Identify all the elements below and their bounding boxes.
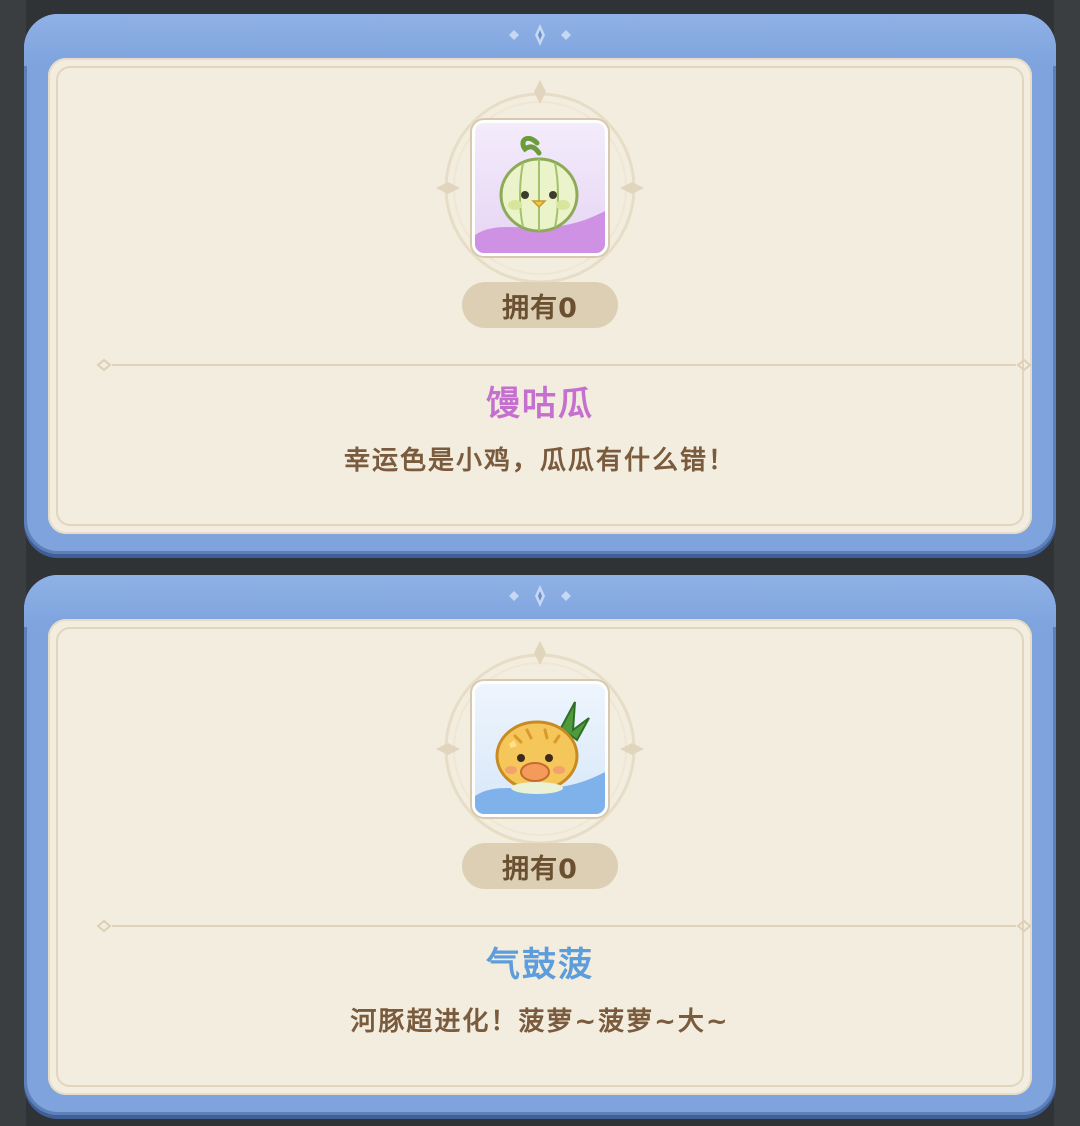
owned-count-badge: 拥有0 — [462, 282, 618, 328]
background-right — [1054, 0, 1080, 1126]
item-name: 馒咕瓜 — [486, 384, 594, 424]
item-description: 幸运色是小鸡，瓜瓜有什么错！ — [343, 446, 736, 476]
background-left — [0, 0, 26, 1126]
pineapple-puffer-icon — [475, 684, 605, 814]
item-icon-frame — [472, 120, 608, 256]
item-list: 拥有0 馒咕瓜 幸运色是小鸡，瓜瓜有什么错！ 拥有0 气鼓菠 河豚超进化！菠萝~… — [0, 0, 1080, 1126]
item-icon-frame — [472, 681, 608, 817]
sparkle-ornament-icon — [509, 585, 571, 607]
item-detail-panel: 拥有0 气鼓菠 河豚超进化！菠萝~菠萝~大~ — [48, 619, 1032, 1095]
item-description: 河豚超进化！菠萝~菠萝~大~ — [350, 1007, 730, 1037]
item-card-melon[interactable]: 拥有0 馒咕瓜 幸运色是小鸡，瓜瓜有什么错！ — [24, 14, 1056, 554]
item-name: 气鼓菠 — [486, 945, 594, 985]
item-detail-panel: 拥有0 馒咕瓜 幸运色是小鸡，瓜瓜有什么错！ — [48, 58, 1032, 534]
melon-chick-icon — [475, 123, 605, 253]
item-card-pineapple[interactable]: 拥有0 气鼓菠 河豚超进化！菠萝~菠萝~大~ — [24, 575, 1056, 1115]
section-divider — [96, 358, 1032, 372]
owned-count-badge: 拥有0 — [462, 843, 618, 889]
sparkle-ornament-icon — [509, 24, 571, 46]
section-divider — [96, 919, 1032, 933]
